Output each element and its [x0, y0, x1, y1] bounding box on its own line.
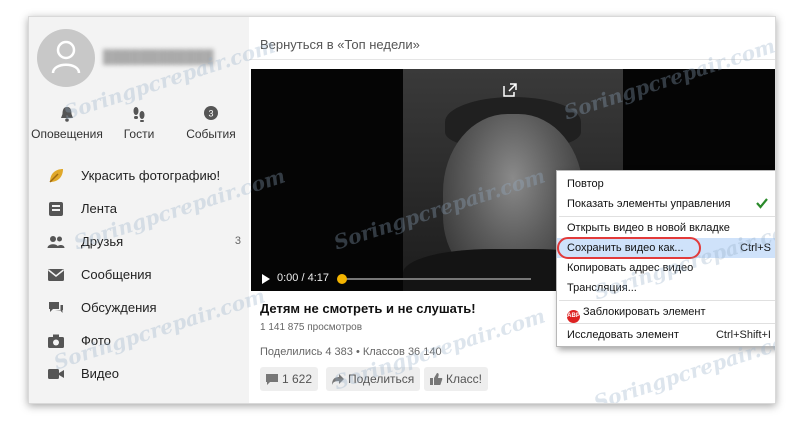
menu-item-shortcut: Ctrl+Shift+I — [715, 329, 771, 341]
friends-count: 3 — [234, 235, 241, 247]
menu-item-label: Показать элементы управления — [567, 198, 731, 210]
share-button[interactable]: Поделиться — [326, 367, 421, 391]
quick-events-label: События — [186, 127, 236, 141]
browser-frame: ████████████ Оповещения Гости 3 События … — [28, 16, 776, 404]
menu-item-label: Повтор — [567, 178, 604, 190]
back-link[interactable]: Вернуться в «Топ недели» — [260, 37, 420, 52]
sidebar: ████████████ Оповещения Гости 3 События … — [29, 17, 249, 403]
highlight-annotation — [557, 237, 701, 259]
sidebar-item-video[interactable]: Видео — [29, 357, 249, 390]
menu-item-open-new-tab[interactable]: Открыть видео в новой вкладке — [557, 218, 775, 238]
menu-separator — [559, 300, 775, 301]
play-icon[interactable] — [261, 273, 271, 285]
sidebar-item-label: Обсуждения — [81, 300, 157, 315]
friends-icon — [47, 236, 65, 248]
avatar[interactable] — [37, 29, 95, 87]
events-icon: 3 — [204, 106, 218, 120]
camera-icon — [48, 334, 64, 348]
menu-item-label: Исследовать элемент — [567, 329, 679, 341]
checkmark-icon — [756, 198, 768, 209]
bell-icon — [61, 107, 73, 122]
menu-item-show-controls[interactable]: Показать элементы управления — [557, 194, 775, 214]
menu-separator — [559, 216, 775, 217]
menu-item-label: Трансляция... — [567, 282, 637, 294]
quick-guests[interactable]: Гости — [101, 105, 177, 141]
sidebar-item-messages[interactable]: Сообщения — [29, 258, 249, 291]
username-blurred: ████████████ — [103, 49, 214, 64]
menu-item-copy-video-address[interactable]: Копировать адрес видео — [557, 258, 775, 278]
sidebar-item-label: Украсить фотографию! — [81, 168, 221, 183]
menu-item-label: Копировать адрес видео — [567, 262, 694, 274]
video-progress-knob[interactable] — [337, 274, 347, 284]
leaf-icon — [49, 169, 63, 183]
footprints-icon — [133, 107, 145, 122]
quick-actions: Оповещения Гости 3 События — [29, 105, 249, 149]
thumbs-up-icon — [430, 373, 443, 385]
divider — [249, 59, 775, 60]
feed-icon — [49, 202, 63, 216]
menu-separator — [559, 323, 775, 324]
menu-item-label: Заблокировать элемент — [583, 306, 706, 318]
like-label: Класс! — [446, 372, 482, 386]
profile[interactable]: ████████████ — [37, 29, 247, 89]
sidebar-item-label: Друзья — [81, 234, 124, 249]
menu-item-block-element[interactable]: ABP Заблокировать элемент — [557, 302, 775, 323]
adblock-icon: ABP — [567, 310, 580, 323]
comments-count: 1 622 — [282, 372, 313, 386]
menu-item-cast[interactable]: Трансляция... — [557, 278, 775, 298]
sidebar-item-decorate-photo[interactable]: Украсить фотографию! — [29, 159, 249, 192]
sidebar-item-label: Лента — [81, 201, 117, 216]
video-time: 0:00 / 4:17 — [277, 272, 329, 284]
sidebar-item-label: Видео — [81, 366, 119, 381]
sidebar-item-feed[interactable]: Лента — [29, 192, 249, 225]
menu-item-loop[interactable]: Повтор — [557, 174, 775, 194]
quick-notifications-label: Оповещения — [31, 127, 103, 141]
menu-item-inspect-element[interactable]: Исследовать элемент Ctrl+Shift+I — [557, 325, 775, 345]
comments-button[interactable]: 1 622 — [260, 367, 319, 391]
quick-guests-label: Гости — [123, 127, 155, 141]
share-label: Поделиться — [348, 372, 415, 386]
comment-icon — [266, 374, 278, 385]
video-title[interactable]: Детям не смотреть и не слушать! — [260, 301, 476, 316]
sidebar-item-label: Сообщения — [81, 267, 152, 282]
video-stats: Поделились 4 383 • Классов 36 140 — [260, 346, 442, 358]
sidebar-item-photo[interactable]: Фото — [29, 324, 249, 357]
sidebar-item-label: Фото — [81, 333, 111, 348]
video-icon — [48, 369, 64, 379]
menu-item-shortcut: Ctrl+S — [740, 242, 771, 254]
sidebar-menu: Украсить фотографию! Лента Друзья 3 Сооб… — [29, 159, 249, 390]
quick-events[interactable]: 3 События — [173, 105, 249, 141]
popout-icon[interactable] — [503, 83, 517, 97]
sidebar-item-discussions[interactable]: Обсуждения — [29, 291, 249, 324]
share-icon — [332, 374, 344, 385]
video-views: 1 141 875 просмотров — [260, 322, 363, 333]
menu-item-label: Открыть видео в новой вкладке — [567, 222, 730, 234]
like-button[interactable]: Класс! — [424, 367, 488, 391]
video-progress-track[interactable] — [341, 278, 531, 280]
sidebar-item-friends[interactable]: Друзья 3 — [29, 225, 249, 258]
quick-notifications[interactable]: Оповещения — [29, 105, 105, 141]
chat-icon — [49, 302, 63, 313]
user-silhouette-icon — [51, 40, 81, 74]
mail-icon — [48, 269, 64, 281]
events-badge: 3 — [208, 109, 213, 119]
